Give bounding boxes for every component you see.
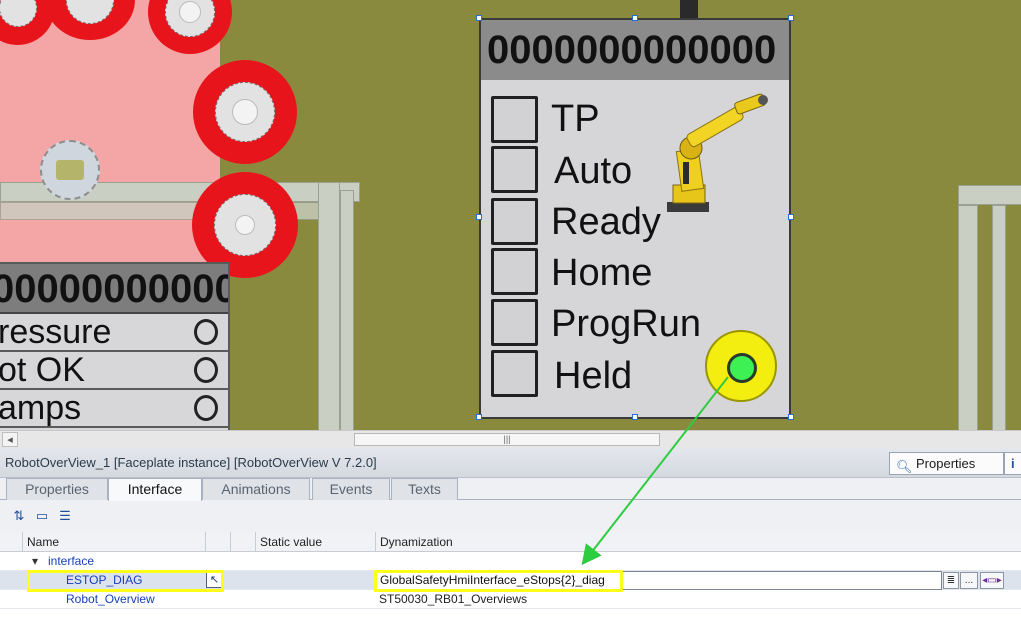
sort-az-icon[interactable]: ⇅: [10, 507, 28, 525]
folder-icon[interactable]: ▭: [33, 507, 51, 525]
conveyor-rail-right-vertical: [958, 205, 978, 430]
estop-diag-indicator[interactable]: [705, 330, 777, 402]
status-label-auto: Auto: [554, 150, 633, 192]
conveyor-rail-vertical: [318, 182, 340, 430]
resize-handle[interactable]: [788, 15, 794, 21]
status-label: amps: [0, 389, 82, 427]
property-name: Robot_Overview: [66, 592, 155, 606]
status-row-ok: ot OK: [0, 352, 228, 390]
column-header-dynamization[interactable]: Dynamization: [375, 532, 1021, 552]
faceplate-connector: [680, 0, 698, 18]
status-label-home: Home: [551, 252, 653, 294]
conveyor-rail-vertical-2: [340, 190, 354, 430]
group-label: interface: [48, 554, 95, 568]
resize-handle[interactable]: [788, 414, 794, 420]
status-lamp-icon: [194, 319, 218, 345]
tag-selector-icon[interactable]: ◂▭▸: [980, 572, 1004, 589]
tab-events[interactable]: Events: [312, 478, 390, 500]
inspector-tabs: Properties Interface Animations Events T…: [0, 478, 1021, 501]
status-row-pressure: ressure: [0, 314, 228, 352]
tab-texts[interactable]: Texts: [391, 478, 458, 500]
properties-view-button[interactable]: 🔍︎ Properties: [889, 452, 1004, 475]
column-header-type[interactable]: [205, 532, 230, 552]
scroll-left-arrow-icon[interactable]: ◂: [2, 432, 18, 447]
inspector-title: RobotOverView_1 [Faceplate instance] [Ro…: [5, 455, 377, 470]
conveyor-rail-right: [958, 185, 1021, 205]
status-lamp-icon: [194, 395, 218, 421]
faceplate-title: 0000000000000: [481, 20, 789, 80]
rotary-table: [40, 140, 100, 200]
status-box-progrun: [491, 299, 538, 346]
resize-handle[interactable]: [788, 214, 794, 220]
resize-handle[interactable]: [476, 15, 482, 21]
status-box-home: [491, 248, 538, 295]
status-box-auto: [491, 146, 538, 193]
browse-button[interactable]: ...: [960, 572, 978, 589]
resize-handle[interactable]: [476, 214, 482, 220]
table-group-row[interactable]: ▾ interface: [0, 552, 1021, 571]
resize-handle[interactable]: [476, 414, 482, 420]
status-box-ready: [491, 198, 538, 245]
tab-interface[interactable]: Interface: [108, 478, 202, 501]
tab-animations[interactable]: Animations: [202, 478, 310, 500]
conveyor-rail-right-vertical-2: [992, 205, 1006, 430]
inspector-title-bar: RobotOverView_1 [Faceplate instance] [Ro…: [0, 448, 1021, 478]
status-lamp-icon: [194, 357, 218, 383]
dynamization-value: ST50030_RB01_Overviews: [379, 592, 528, 606]
resize-handle[interactable]: [632, 15, 638, 21]
resize-handle[interactable]: [632, 414, 638, 420]
highlight-box-name: [27, 570, 224, 592]
status-label-progrun: ProgRun: [551, 303, 701, 345]
highlight-box-dynamization: [374, 570, 623, 592]
panel-header: 000000000000: [0, 264, 228, 314]
info-view-button[interactable]: i: [1004, 452, 1021, 475]
expand-list-icon[interactable]: ☰: [56, 507, 74, 525]
list-icon[interactable]: ≣: [943, 572, 959, 589]
status-label: ressure: [0, 313, 112, 351]
status-label-ready: Ready: [551, 201, 661, 243]
hmi-screen-canvas: 000000000000 ressure ot OK amps 00000000…: [0, 0, 1021, 430]
collapse-triangle-icon[interactable]: ▾: [28, 552, 38, 571]
table-header: Name Static value Dynamization: [0, 532, 1021, 552]
column-header-static-value[interactable]: Static value: [255, 532, 375, 552]
info-icon: i: [1011, 456, 1015, 471]
scrollbar-thumb[interactable]: |||: [354, 433, 660, 446]
table-row[interactable]: Robot_Overview ST50030_RB01_Overviews: [0, 590, 1021, 609]
interface-toolbar: ⇅ ▭ ☰: [0, 500, 1021, 532]
station-status-panel: 000000000000 ressure ot OK amps: [0, 262, 230, 430]
column-header-flag[interactable]: [230, 532, 255, 552]
properties-icon: 🔍︎: [896, 459, 913, 474]
station-ring: [193, 60, 297, 164]
status-row-clamps: amps: [0, 390, 228, 428]
tab-properties[interactable]: Properties: [6, 478, 108, 500]
status-label-held: Held: [554, 355, 633, 397]
status-label: ot OK: [0, 351, 85, 389]
properties-view-label: Properties: [916, 456, 976, 471]
status-box-tp: [491, 96, 538, 143]
column-header-name[interactable]: Name: [22, 532, 205, 552]
industrial-robot-arm-icon: [667, 93, 768, 212]
status-box-held: [491, 350, 538, 397]
canvas-horizontal-scrollbar[interactable]: ◂ |||: [0, 430, 1021, 448]
estop-status-led-icon: [727, 353, 757, 383]
status-label-tp: TP: [551, 98, 600, 140]
inspector-window: RobotOverView_1 [Faceplate instance] [Ro…: [0, 448, 1021, 629]
